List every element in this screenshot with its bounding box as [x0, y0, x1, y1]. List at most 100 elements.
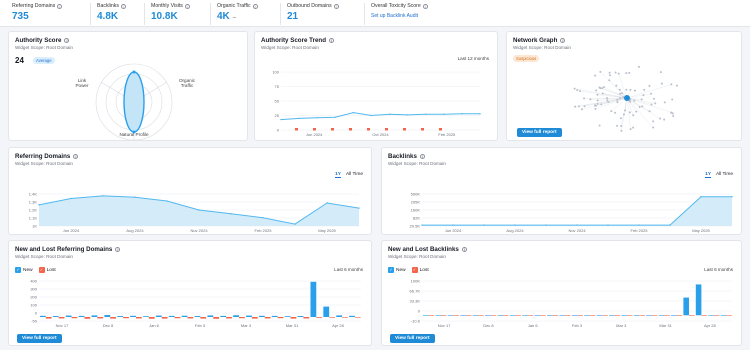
metric-value[interactable]: 4K – — [217, 11, 276, 22]
bar-lost — [726, 315, 732, 316]
graph-node — [659, 71, 662, 74]
checkbox-icon[interactable]: ✓ — [15, 267, 21, 273]
metric-value[interactable]: 10.8K — [151, 11, 206, 22]
bar-new — [297, 316, 304, 317]
graph-node — [675, 84, 678, 87]
bar-new — [460, 315, 466, 316]
legend-new[interactable]: ✓ New — [15, 267, 33, 273]
bar-new — [104, 315, 111, 317]
bar-lost — [602, 315, 608, 316]
metric-monthly-visits[interactable]: Monthly Visits i 10.8K — [144, 3, 206, 25]
toggle-all-time[interactable]: All Time — [716, 172, 733, 178]
graph-node — [632, 114, 635, 117]
metric-referring-domains[interactable]: Referring Domains i 735 — [6, 3, 88, 25]
checkbox-icon[interactable]: ✓ — [411, 267, 418, 273]
bar-new — [596, 315, 603, 316]
graph-node — [642, 94, 645, 97]
time-range-toggle: 1Y All Time — [705, 172, 733, 178]
metric-outbound-domains[interactable]: Outbound Domains i 21 — [280, 3, 352, 25]
toggle-all-time[interactable]: All Time — [346, 172, 363, 178]
bar-new — [497, 315, 503, 316]
toggle-1y[interactable]: 1Y — [705, 172, 711, 178]
widget-scope: Widget Scope: Root Domain — [388, 254, 446, 259]
info-icon[interactable]: i — [120, 3, 126, 9]
graph-node — [616, 101, 619, 104]
view-full-report-button[interactable]: View full report — [390, 334, 435, 343]
bar-new — [323, 306, 330, 317]
bar-lost — [354, 317, 361, 318]
bar-new — [534, 315, 541, 316]
bar-new — [271, 315, 278, 317]
metrics-bar: Referring Domains i 735 Backlinks i 4.8K M… — [0, 0, 750, 27]
info-icon[interactable]: i — [252, 3, 258, 9]
metric-value[interactable]: 21 — [287, 11, 352, 22]
view-full-report-button[interactable]: View full report — [517, 128, 562, 137]
view-full-report-button[interactable]: View full report — [17, 334, 62, 343]
y-tick-label: 1.1K — [29, 215, 38, 220]
data-point — [358, 207, 360, 209]
legend-lost[interactable]: ✓ Lost — [411, 267, 429, 273]
data-point — [731, 196, 733, 198]
bar-lost — [478, 315, 484, 316]
legend-lost[interactable]: ✓ Lost — [38, 267, 56, 273]
data-point — [334, 116, 336, 118]
data-point — [262, 216, 264, 219]
info-icon[interactable]: i — [560, 38, 566, 43]
metric-label: Referring Domains — [12, 3, 56, 9]
event-marker — [403, 128, 406, 131]
period-label[interactable]: Last 6 months — [334, 267, 363, 272]
graph-node — [638, 105, 641, 108]
bar-lost — [490, 315, 497, 316]
y-tick-label: 66.7K — [410, 288, 421, 293]
info-icon[interactable]: i — [422, 3, 428, 9]
data-point — [280, 118, 282, 121]
x-tick-label: Mar 3 — [241, 323, 252, 328]
info-icon[interactable]: i — [419, 154, 425, 159]
graph-node — [614, 111, 617, 114]
info-icon[interactable]: i — [184, 3, 190, 9]
bar-lost — [701, 315, 707, 316]
graph-node — [594, 104, 597, 107]
referring-domains-chart: 1.4K 1.3K 1.2K 1.1K 1K Jun 2024 Aug 2024 Nov 20… — [29, 191, 360, 233]
info-icon[interactable]: i — [115, 247, 121, 252]
new-lost-rd-card: New and Lost Referring Domains i Widget S… — [8, 240, 372, 346]
metric-value[interactable]: 735 — [12, 11, 88, 22]
event-marker — [439, 128, 442, 131]
graph-node — [617, 72, 620, 75]
graph-node — [625, 88, 628, 91]
info-icon[interactable]: i — [64, 38, 70, 43]
graph-node — [596, 102, 599, 105]
checkbox-icon[interactable]: ✓ — [388, 267, 394, 273]
bar-lost — [123, 317, 129, 319]
checkbox-icon[interactable]: ✓ — [38, 267, 45, 273]
info-icon[interactable]: i — [328, 38, 334, 43]
data-point — [70, 197, 72, 200]
metric-backlinks[interactable]: Backlinks i 4.8K — [90, 3, 142, 25]
bar-lost — [329, 317, 335, 318]
legend-new[interactable]: ✓ New — [388, 267, 406, 273]
metric-value[interactable]: 4.8K — [97, 11, 142, 22]
info-icon[interactable]: i — [333, 3, 339, 9]
bar-lost — [213, 317, 220, 319]
period-label[interactable]: Last 12 months — [458, 56, 489, 61]
info-icon[interactable]: i — [73, 154, 79, 159]
data-point — [294, 223, 296, 225]
x-tick-label: Nov 2024 — [190, 228, 208, 233]
metric-organic-traffic[interactable]: Organic Traffic i 4K – — [210, 3, 276, 25]
info-icon[interactable]: i — [461, 247, 467, 252]
graph-node — [583, 97, 586, 100]
graph-node — [629, 128, 632, 131]
toggle-1y[interactable]: 1Y — [335, 172, 341, 178]
data-point — [452, 224, 454, 226]
bar-new — [621, 315, 627, 316]
widget-scope: Widget Scope: Root Domain — [513, 45, 571, 50]
event-marker — [349, 128, 352, 131]
period-label[interactable]: Last 6 months — [704, 267, 733, 272]
x-tick-label: Dec 8 — [103, 323, 114, 328]
graph-node — [594, 107, 597, 110]
network-graph[interactable] — [567, 60, 687, 136]
bar-new — [447, 315, 454, 316]
graph-node — [670, 111, 673, 114]
info-icon[interactable]: i — [57, 3, 63, 9]
setup-backlink-audit-link[interactable]: Set up Backlink Audit — [371, 13, 464, 19]
